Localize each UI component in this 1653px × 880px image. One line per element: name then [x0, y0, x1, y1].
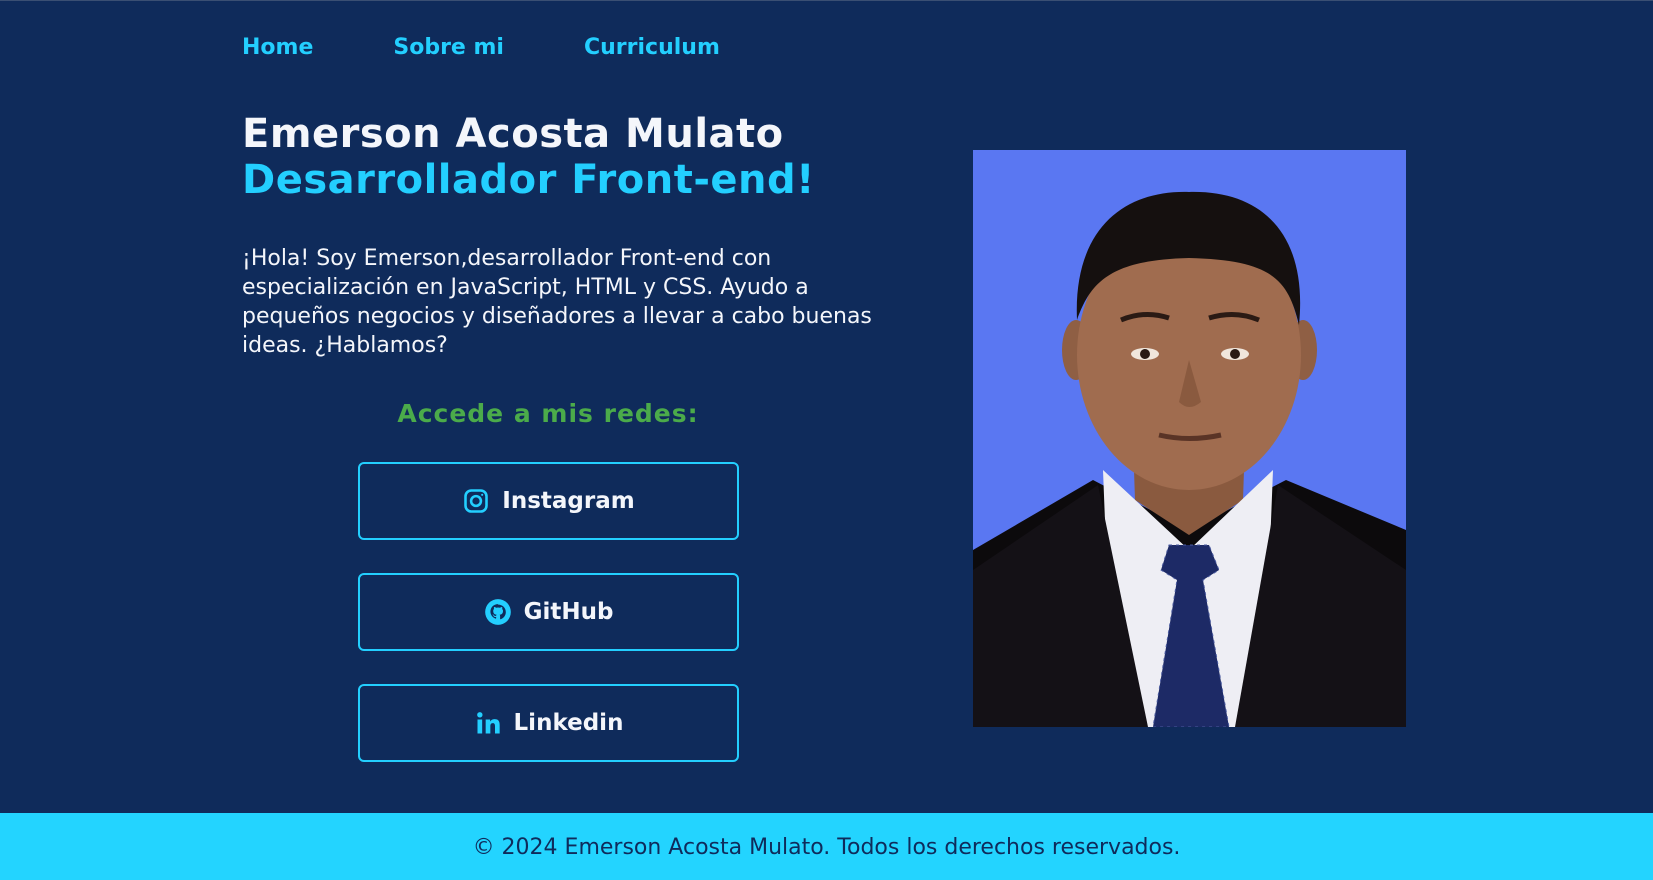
footer-copyright: © 2024 Emerson Acosta Mulato. Todos los …	[472, 834, 1181, 860]
nav-home-link[interactable]: Home	[242, 35, 313, 60]
instagram-button[interactable]: Instagram	[358, 462, 739, 540]
linkedin-label: Linkedin	[513, 710, 624, 736]
profile-photo	[973, 150, 1406, 727]
hero-title: Emerson Acosta Mulato Desarrollador Fron…	[242, 111, 815, 203]
instagram-label: Instagram	[502, 488, 635, 514]
profile-portrait-illustration	[973, 150, 1406, 727]
social-heading: Accede a mis redes:	[397, 399, 699, 428]
github-button[interactable]: GitHub	[358, 573, 739, 651]
nav-sobre-mi-link[interactable]: Sobre mi	[393, 35, 504, 60]
linkedin-button[interactable]: Linkedin	[358, 684, 739, 762]
github-icon	[484, 598, 512, 626]
linkedin-icon	[474, 709, 502, 737]
nav-curriculum-link[interactable]: Curriculum	[584, 35, 720, 60]
footer: © 2024 Emerson Acosta Mulato. Todos los …	[0, 813, 1653, 880]
github-label: GitHub	[523, 599, 614, 625]
top-nav: Home Sobre mi Curriculum	[242, 35, 800, 60]
instagram-icon	[462, 487, 490, 515]
hero-role: Desarrollador Front-end!	[242, 157, 815, 203]
hero-name: Emerson Acosta Mulato	[242, 111, 784, 157]
hero-intro: ¡Hola! Soy Emerson,desarrollador Front-e…	[242, 246, 872, 358]
page: Home Sobre mi Curriculum Emerson Acosta …	[0, 0, 1653, 880]
